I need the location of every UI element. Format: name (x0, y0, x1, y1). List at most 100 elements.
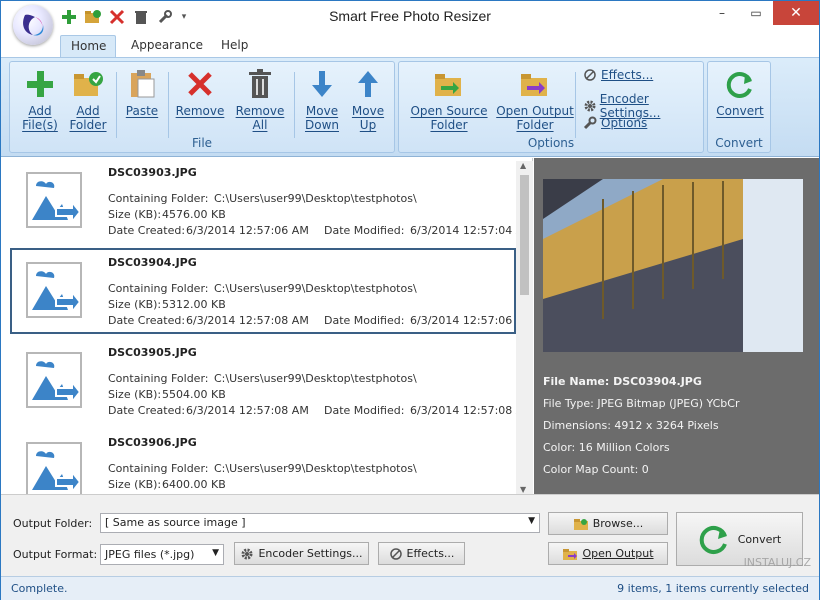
refresh-icon (724, 68, 756, 100)
remove-all-button[interactable]: Remove All (232, 68, 288, 132)
selection-count: 9 items, 1 items currently selected (617, 582, 809, 595)
separator (294, 72, 295, 138)
image-file-icon (26, 262, 82, 318)
output-folder-combo[interactable]: [ Same as source image ] ▼ (100, 513, 540, 533)
status-text: Complete. (11, 582, 68, 595)
convert-ribbon-button[interactable]: Convert (714, 68, 766, 118)
open-output-label: Open Output (582, 547, 654, 560)
arrow-down-icon (306, 68, 338, 100)
options-label: Options (601, 116, 648, 130)
scrollbar-thumb[interactable] (520, 175, 529, 295)
folder-row: Containing Folder: C:\Users\user99\Deskto… (108, 192, 417, 205)
remove-label: Remove (175, 104, 225, 118)
folder-row: Containing Folder: C:\Users\user99\Deskto… (108, 282, 417, 295)
dates-row: Date Created: 6/3/2014 12:57:06 AM Date Mo… (108, 224, 533, 237)
folder-output-icon (519, 68, 551, 100)
output-format-value: JPEG files (*.jpg) (105, 548, 195, 561)
gear-icon (241, 548, 253, 559)
open-output-label-1: Open Output (496, 104, 574, 118)
paste-button[interactable]: Paste (120, 68, 164, 118)
output-folder-label: Output Folder: (13, 517, 93, 530)
effects-label: Effects... (406, 547, 455, 560)
remove-button[interactable]: Remove (174, 68, 226, 118)
close-button[interactable]: ✕ (773, 1, 819, 25)
remove-all-label-1: Remove (235, 104, 285, 118)
add-folder-button[interactable]: Add Folder (64, 68, 112, 132)
options-button[interactable]: Options (583, 116, 647, 130)
refresh-icon (699, 526, 727, 554)
ribbon-tabs: Home Appearance Help (1, 32, 819, 57)
move-down-label-1: Move (305, 104, 339, 118)
clipboard-icon (126, 68, 158, 100)
move-down-button[interactable]: Move Down (298, 68, 346, 132)
encoder-settings-button[interactable]: Encoder Settings... (234, 542, 369, 565)
dates-row: Date Created: 6/3/2014 12:57:08 AM Date Mo… (108, 314, 533, 327)
separator (575, 72, 576, 138)
tab-home[interactable]: Home (60, 35, 116, 57)
vertical-scrollbar[interactable]: ▲ ▼ (516, 161, 533, 494)
ribbon: Add File(s) Add Folder Paste Remove Remo… (1, 57, 819, 157)
preview-file-type: File Type: JPEG Bitmap (JPEG) YCbCr (543, 397, 740, 410)
arrow-up-icon (352, 68, 384, 100)
move-down-label-2: Down (304, 118, 339, 132)
list-item[interactable]: DSC03905.JPG Containing Folder: C:\Users\… (10, 338, 532, 424)
file-group-label: File (191, 136, 213, 150)
open-source-folder-button[interactable]: Open Source Folder (405, 68, 493, 132)
tab-appearance[interactable]: Appearance (121, 35, 213, 57)
folder-icon (573, 518, 588, 530)
convert-group: Convert Convert (707, 61, 771, 153)
open-source-label-1: Open Source (410, 104, 488, 118)
convert-group-label: Convert (715, 136, 763, 150)
preview-color: Color: 16 Million Colors (543, 441, 670, 454)
folder-row: Containing Folder: C:\Users\user99\Deskto… (108, 372, 417, 385)
folder-add-icon (72, 68, 104, 100)
convert-label: Convert (737, 532, 782, 546)
output-folder-value: [ Same as source image ] (105, 516, 246, 529)
paste-label: Paste (125, 104, 159, 118)
x-icon (184, 68, 216, 100)
open-output-button[interactable]: Open Output (548, 542, 668, 565)
output-format-select[interactable]: JPEG files (*.jpg) ▼ (100, 544, 224, 565)
image-file-icon (26, 442, 82, 494)
list-item[interactable]: DSC03906.JPG Containing Folder: C:\Users\… (10, 428, 516, 494)
size-row: Size (KB): 4576.00 KB (108, 208, 226, 221)
separator (116, 72, 117, 138)
add-folder-label-1: Add (76, 104, 100, 118)
tab-help[interactable]: Help (211, 35, 258, 57)
effects-button[interactable]: Effects... (378, 542, 465, 565)
minimize-button[interactable]: – (705, 1, 739, 25)
output-panel: Output Folder: [ Same as source image ] … (1, 494, 819, 576)
add-files-button[interactable]: Add File(s) (16, 68, 64, 132)
scroll-up-icon[interactable]: ▲ (520, 161, 526, 170)
folder-output-icon (563, 548, 578, 560)
list-item[interactable]: DSC03903.JPG Containing Folder: C:\Users\… (10, 158, 533, 244)
file-name: DSC03906.JPG (108, 436, 197, 449)
list-item-selected[interactable]: DSC03904.JPG Containing Folder: C:\Users\… (10, 248, 533, 334)
app-icon[interactable] (13, 5, 53, 45)
preview-dimensions: Dimensions: 4912 x 3264 Pixels (543, 419, 719, 432)
size-row: Size (KB): 6400.00 KB (108, 478, 226, 491)
open-output-folder-button[interactable]: Open Output Folder (489, 68, 581, 132)
move-up-label-1: Move (351, 104, 385, 118)
move-up-button[interactable]: Move Up (344, 68, 392, 132)
browse-label: Browse... (592, 517, 644, 530)
chevron-down-icon: ▼ (528, 516, 535, 526)
status-bar: Complete. 9 items, 1 items currently sel… (1, 576, 819, 600)
image-file-icon (26, 352, 82, 408)
folder-value: C:\Users\user99\Desktop\testphotos\ (214, 192, 417, 205)
file-name: DSC03905.JPG (108, 346, 197, 359)
image-file-icon (26, 172, 82, 228)
maximize-button[interactable]: ▭ (739, 1, 773, 25)
file-name: DSC03903.JPG (108, 166, 197, 179)
effects-button[interactable]: Effects... (583, 68, 653, 82)
window-controls: – ▭ ✕ (705, 1, 819, 25)
remove-all-label-2: All (252, 118, 268, 132)
scroll-down-icon[interactable]: ▼ (520, 485, 526, 494)
folder-row: Containing Folder: C:\Users\user99\Deskto… (108, 462, 417, 475)
file-name: DSC03904.JPG (108, 256, 197, 269)
options-group-label: Options (527, 136, 575, 150)
folder-arrow-icon (433, 68, 465, 100)
plus-icon (24, 68, 56, 100)
move-up-label-2: Up (359, 118, 377, 132)
browse-button[interactable]: Browse... (548, 512, 668, 535)
